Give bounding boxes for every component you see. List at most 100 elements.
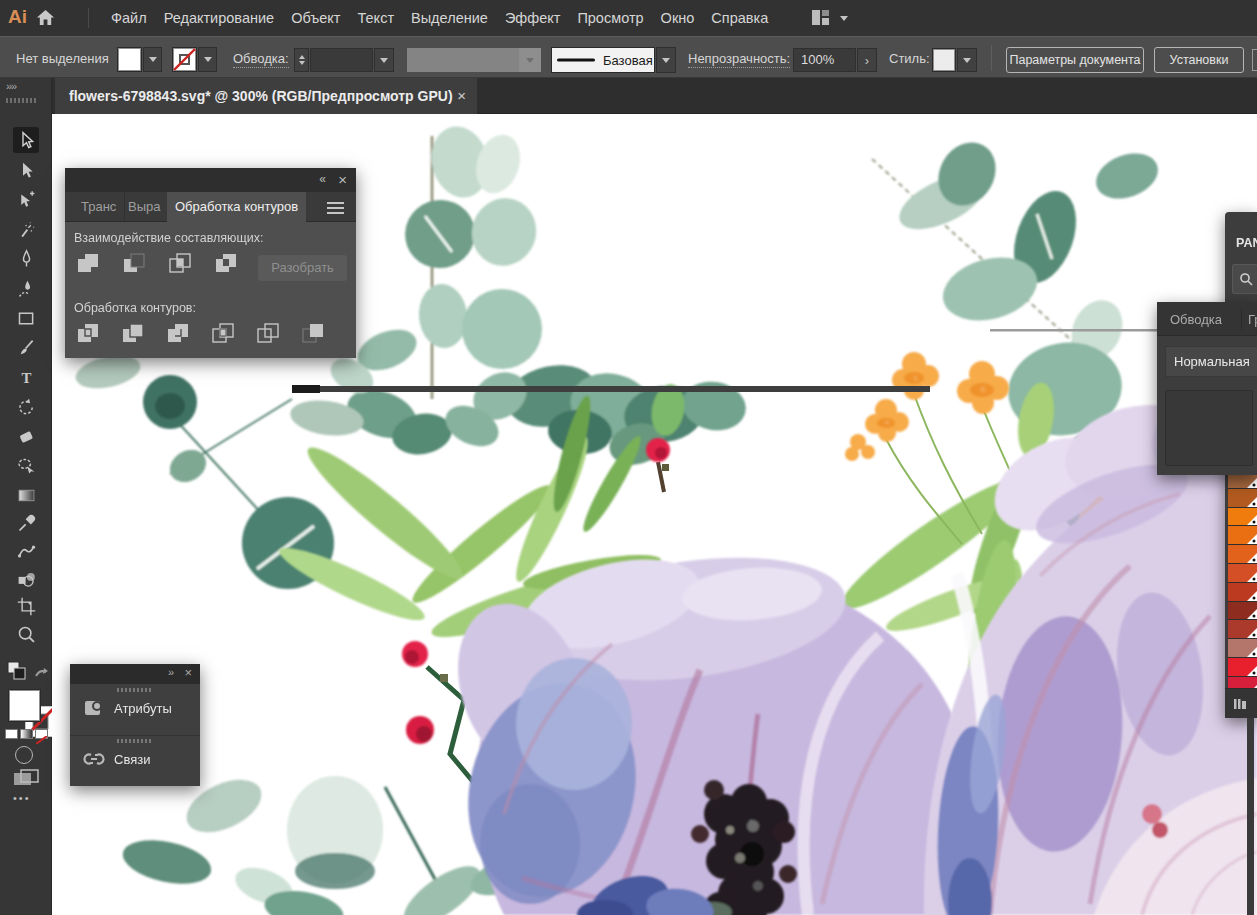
pathfinder-merge-button[interactable] — [165, 320, 191, 346]
color-swatch[interactable] — [1228, 545, 1257, 564]
group-selection-tool[interactable] — [13, 187, 39, 213]
color-swatch[interactable] — [1228, 583, 1257, 602]
opacity-label[interactable]: Непрозрачность: — [688, 51, 790, 68]
panel-expand-icon[interactable]: » — [168, 666, 174, 678]
stroke-weight-stepper[interactable] — [294, 48, 309, 72]
curvature-tool[interactable] — [13, 276, 39, 302]
draw-mode-icon[interactable] — [15, 746, 33, 764]
zoom-tool[interactable] — [13, 621, 39, 647]
fill-color-dropdown[interactable] — [143, 47, 162, 72]
menu-item-1[interactable]: Файл — [111, 10, 147, 26]
toolbar-grip[interactable] — [6, 98, 38, 103]
pathfinder-divide-button[interactable] — [75, 320, 101, 346]
collapsed-dock-strip[interactable] — [1247, 718, 1254, 915]
pathfinder-outline-button[interactable] — [255, 320, 281, 346]
workspace-switcher-icon[interactable] — [812, 10, 829, 25]
direct-selection-tool[interactable] — [13, 157, 39, 183]
color-swatch[interactable] — [1228, 658, 1257, 677]
rectangle-tool[interactable] — [13, 305, 39, 331]
blend-mode-dropdown[interactable]: Нормальная — [1165, 346, 1257, 377]
stroke-weight-field[interactable] — [310, 48, 373, 72]
lasso-tool[interactable] — [13, 453, 39, 479]
more-tools-icon[interactable]: ••• — [13, 792, 31, 804]
tab-align[interactable]: Выра — [120, 192, 169, 222]
rotate-tool[interactable] — [13, 394, 39, 420]
menu-item-8[interactable]: Окно — [661, 10, 695, 26]
artboard-tool[interactable] — [13, 593, 39, 619]
color-swatch[interactable] — [1228, 508, 1257, 527]
shape-mode-intersect-button[interactable] — [167, 250, 193, 276]
pathfinder-trim-button[interactable] — [120, 320, 146, 346]
panel-close-icon[interactable]: × — [338, 171, 347, 188]
fill-proxy-swatch[interactable] — [9, 690, 40, 721]
color-swatch[interactable] — [1228, 639, 1257, 658]
pathfinder-crop-button[interactable] — [210, 320, 236, 346]
panel-grip[interactable] — [117, 739, 153, 743]
color-swatch[interactable] — [1228, 602, 1257, 621]
menu-item-4[interactable]: Текст — [358, 10, 395, 26]
swatch-panel-footer[interactable] — [1225, 688, 1257, 718]
expand-button[interactable]: Разобрать — [258, 255, 347, 281]
screen-mode-icon[interactable] — [13, 769, 39, 791]
stroke-weight-dropdown[interactable] — [374, 48, 394, 72]
color-swatch[interactable] — [1228, 677, 1257, 688]
type-tool[interactable]: T — [13, 364, 39, 390]
shape-mode-unite-button[interactable] — [75, 250, 101, 276]
profile-dropdown[interactable] — [656, 47, 676, 73]
panel-close-icon[interactable]: × — [184, 665, 192, 680]
color-swatch[interactable] — [1228, 564, 1257, 583]
stroke-weight-label[interactable]: Обводка: — [233, 51, 289, 68]
style-dropdown[interactable] — [957, 48, 977, 72]
pathfinder-minus-back-button[interactable] — [300, 320, 326, 346]
tab-pathfinder[interactable]: Обработка контуров — [167, 192, 306, 222]
menu-item-3[interactable]: Объект — [291, 10, 340, 26]
document-tab-close-icon[interactable]: × — [457, 78, 466, 114]
links-panel-row[interactable]: Связи — [70, 735, 200, 786]
home-icon[interactable] — [36, 8, 55, 31]
pathfinder-panel-header[interactable]: « × — [65, 168, 356, 192]
tab-gradient[interactable]: Гр — [1248, 312, 1257, 327]
shape-mode-minus-front-button[interactable] — [121, 250, 147, 276]
color-swatch[interactable] — [1228, 489, 1257, 508]
illustrator-logo[interactable]: Ai — [8, 6, 27, 28]
color-swatch[interactable] — [1228, 526, 1257, 545]
swatch-search-field[interactable] — [1232, 264, 1257, 294]
document-tab[interactable]: flowers-6798843.svg* @ 300% (RGB/Предпро… — [55, 78, 477, 114]
document-setup-button[interactable]: Параметры документа — [1006, 47, 1144, 73]
menu-item-2[interactable]: Редактирование — [164, 10, 274, 26]
workspace-chevron-icon[interactable] — [840, 16, 848, 21]
menu-item-5[interactable]: Выделение — [411, 10, 488, 26]
opacity-expand-button[interactable]: › — [857, 48, 877, 72]
opacity-field[interactable]: 100% — [793, 48, 856, 72]
shape-mode-exclude-button[interactable] — [213, 250, 239, 276]
tab-stroke[interactable]: Обводка — [1170, 312, 1222, 327]
menu-item-7[interactable]: Просмотр — [577, 10, 643, 26]
magic-wand-tool[interactable] — [13, 217, 39, 243]
fill-stroke-mini-proxy[interactable] — [6, 660, 50, 686]
color-type-buttons[interactable] — [5, 729, 51, 740]
menu-item-9[interactable]: Справка — [711, 10, 768, 26]
panel-grip[interactable] — [117, 688, 153, 692]
eyedropper-tool[interactable] — [13, 510, 39, 536]
pen-tool[interactable] — [13, 246, 39, 272]
menu-item-6[interactable]: Эффект — [505, 10, 561, 26]
eraser-tool[interactable] — [13, 423, 39, 449]
attributes-panel-row[interactable]: Атрибуты — [70, 684, 200, 735]
selection-tool[interactable] — [13, 127, 39, 153]
stroke-color-dropdown[interactable] — [198, 47, 217, 72]
fill-color-swatch[interactable] — [117, 47, 142, 72]
shape-builder-tool[interactable] — [13, 566, 39, 592]
preferences-button[interactable]: Установки — [1154, 47, 1244, 73]
tab-transform[interactable]: Транс — [73, 192, 125, 222]
attributes-panel-header[interactable]: » × — [70, 664, 200, 684]
width-tool[interactable] — [13, 538, 39, 564]
toolbar-expand-icon[interactable]: »» — [6, 80, 16, 92]
panel-menu-icon[interactable] — [327, 202, 344, 217]
style-swatch[interactable] — [932, 48, 956, 72]
color-swatch[interactable] — [1228, 620, 1257, 639]
gradient-tool[interactable] — [13, 482, 39, 508]
variable-width-profile[interactable]: Базовая — [551, 47, 655, 73]
panel-collapse-icon[interactable]: « — [319, 172, 326, 186]
paintbrush-tool[interactable] — [13, 335, 39, 361]
stroke-color-swatch[interactable] — [172, 47, 197, 72]
